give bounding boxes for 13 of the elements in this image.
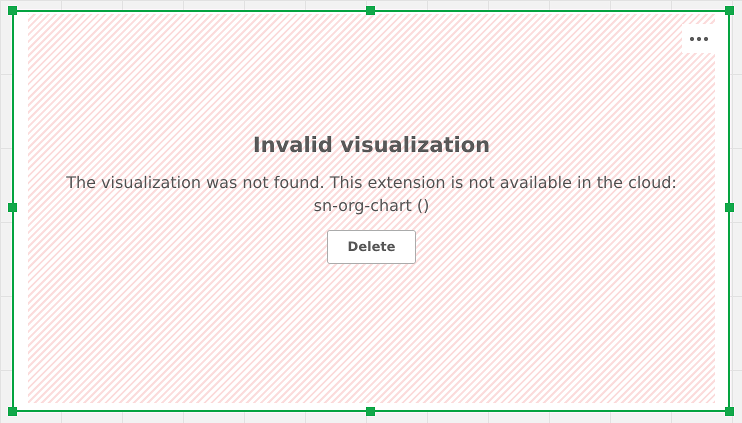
delete-button[interactable]: Delete	[326, 230, 416, 264]
resize-handle[interactable]	[366, 407, 375, 416]
resize-handle[interactable]	[725, 6, 734, 15]
more-menu-button[interactable]	[682, 24, 716, 53]
resize-handle[interactable]	[725, 407, 734, 416]
error-title: Invalid visualization	[252, 133, 490, 157]
resize-handle[interactable]	[366, 6, 375, 15]
resize-handle[interactable]	[725, 203, 734, 212]
resize-handle[interactable]	[8, 407, 17, 416]
resize-handle[interactable]	[8, 203, 17, 212]
more-icon	[690, 36, 708, 40]
resize-handle[interactable]	[8, 6, 17, 15]
error-message: The visualization was not found. This extension is not available in the cloud: sn-org-chart ()	[65, 172, 678, 217]
